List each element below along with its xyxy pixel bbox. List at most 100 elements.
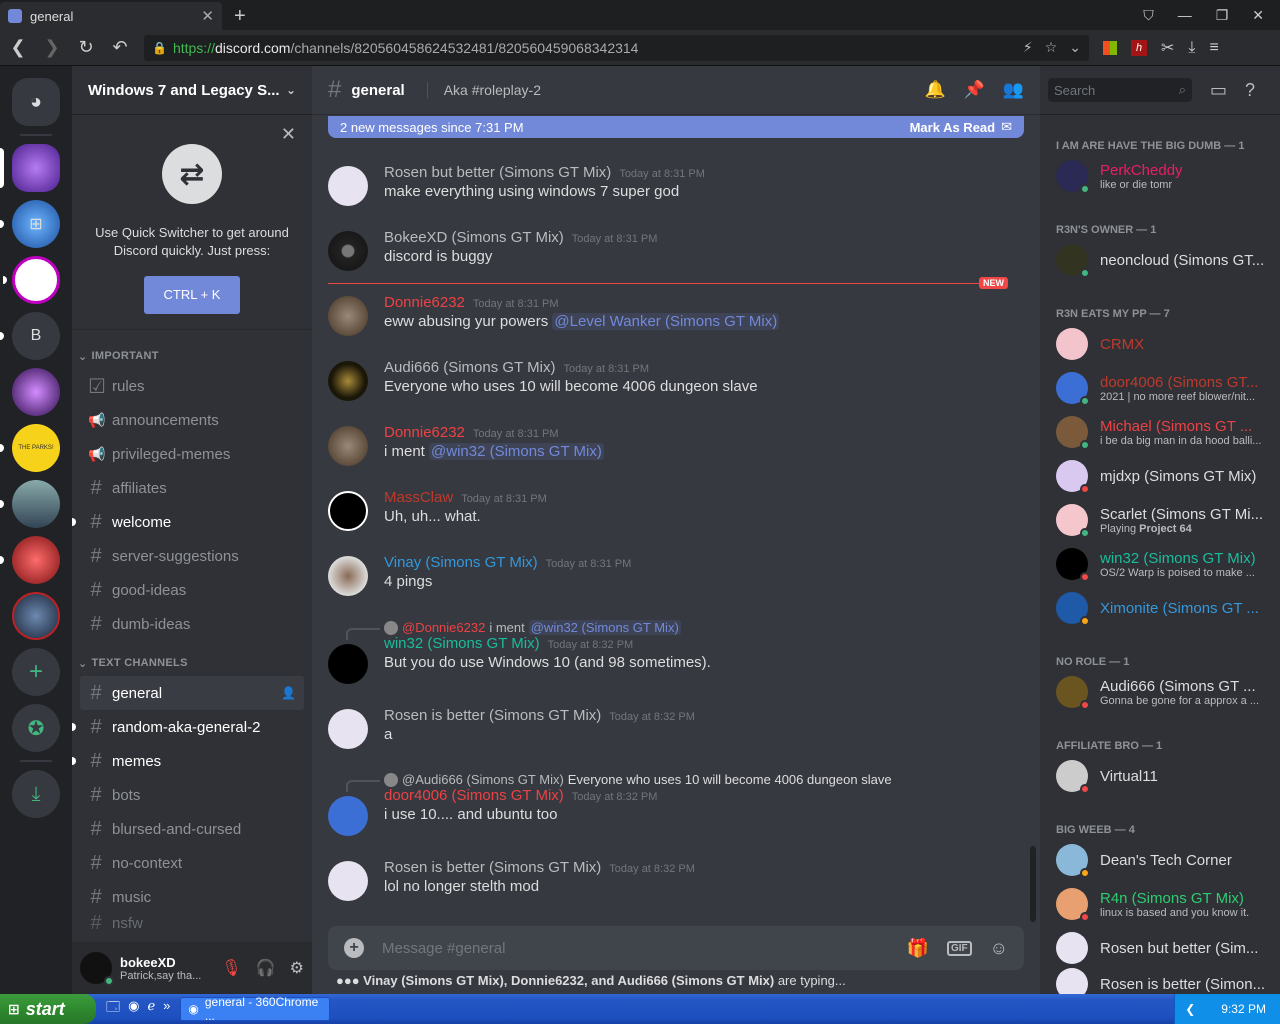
channel-dumb-ideas[interactable]: # dumb-ideas [80, 607, 304, 641]
message-author[interactable]: Donnie6232 [384, 294, 465, 311]
avatar[interactable] [328, 556, 368, 596]
message-composer[interactable]: + Message #general 🎁 GIF ☺ [328, 926, 1024, 970]
avatar[interactable] [328, 296, 368, 336]
server-icon-windows7-legacy[interactable] [0, 144, 60, 192]
user-mention[interactable]: @win32 (Simons GT Mix) [429, 443, 604, 460]
message-author[interactable]: Rosen is better (Simons GT Mix) [384, 859, 601, 876]
reload-icon[interactable]: ↻ [76, 37, 96, 58]
message-author[interactable]: Donnie6232 [384, 424, 465, 441]
message[interactable]: @Audi666 (Simons GT Mix) Everyone who use… [328, 772, 1018, 836]
server-icon-b[interactable]: B [0, 312, 60, 360]
restore-icon[interactable]: ❐ [1216, 7, 1229, 24]
apps-grid-icon[interactable] [1103, 40, 1117, 55]
tray-arrow-icon[interactable]: ❮ [1185, 1002, 1195, 1016]
avatar[interactable] [328, 491, 368, 531]
channel-bots[interactable]: # bots [80, 778, 304, 812]
channel-privileged-memes[interactable]: 📢 privileged-memes [80, 437, 304, 471]
message[interactable]: BokeeXD (Simons GT Mix) Today at 8:31 PM … [328, 229, 1018, 271]
member-item[interactable]: Virtual11 [1056, 756, 1272, 796]
discord-home-button[interactable]: ◕ [12, 78, 60, 126]
start-button[interactable]: ⊞ start [0, 994, 96, 1024]
channel-no-context[interactable]: # no-context [80, 846, 304, 880]
search-input[interactable]: Search ⌕ [1048, 78, 1192, 102]
download-apps-button[interactable]: ⤓ [12, 770, 60, 818]
channel-rules[interactable]: ☑ rules [80, 369, 304, 403]
channel-general[interactable]: # general 👤 [80, 676, 304, 710]
member-item[interactable]: Michael (Simons GT ... i be da big man in… [1056, 412, 1272, 452]
message[interactable]: Rosen is better (Simons GT Mix) Today at … [328, 707, 1018, 749]
mute-microphone-icon[interactable]: 🎙 [221, 958, 241, 978]
gif-button[interactable]: GIF [946, 940, 972, 956]
message-input[interactable]: Message #general [382, 940, 505, 957]
server-icon-emblem[interactable] [12, 592, 60, 640]
reply-preview[interactable]: @Audi666 (Simons GT Mix) Everyone who use… [346, 772, 1018, 792]
mark-as-read-button[interactable]: Mark As Read [910, 120, 996, 135]
channel-good-ideas[interactable]: # good-ideas [80, 573, 304, 607]
gift-icon[interactable]: 🎁 [907, 938, 929, 959]
message-author[interactable]: Rosen is better (Simons GT Mix) [384, 707, 601, 724]
star-icon[interactable]: ☆ [1045, 39, 1058, 56]
member-item[interactable]: Dean's Tech Corner [1056, 840, 1272, 880]
message[interactable]: Rosen is better (Simons GT Mix) Today at … [328, 859, 1018, 901]
message[interactable]: MassClaw Today at 8:31 PM Uh, uh... what. [328, 489, 1018, 531]
server-icon-purple-device[interactable] [3, 256, 60, 304]
extension-h-icon[interactable]: h [1131, 39, 1147, 56]
shirt-skin-icon[interactable]: ⛉ [1143, 7, 1154, 24]
new-tab-icon[interactable]: + [234, 2, 246, 30]
message[interactable]: @Donnie6232 i ment @win32 (Simons GT Mix) … [328, 620, 1018, 684]
quick-switcher-shortcut-button[interactable]: CTRL + K [144, 276, 240, 314]
avatar[interactable] [328, 426, 368, 466]
chat-scrollbar[interactable] [1030, 846, 1036, 922]
message-author[interactable]: Audi666 (Simons GT Mix) [384, 359, 555, 376]
emoji-icon[interactable]: ☺ [990, 938, 1008, 959]
channel-affiliates[interactable]: # affiliates [80, 471, 304, 505]
message-author[interactable]: door4006 (Simons GT Mix) [384, 787, 564, 804]
channel-random-aka-general-2[interactable]: # random-aka-general-2 [72, 710, 304, 744]
channel-memes[interactable]: # memes [72, 744, 304, 778]
clock[interactable]: 9:32 PM [1221, 1002, 1266, 1016]
chrome-icon[interactable]: ◉ [128, 998, 139, 1020]
channel-server-suggestions[interactable]: # server-suggestions [80, 539, 304, 573]
member-item[interactable]: Ximonite (Simons GT ... [1056, 588, 1272, 628]
download-icon[interactable]: ⤓ [1188, 39, 1195, 57]
avatar[interactable] [80, 952, 114, 986]
server-icon-windows-flag[interactable]: ⊞ [0, 200, 60, 248]
message[interactable]: Vinay (Simons GT Mix) Today at 8:31 PM 4 … [328, 554, 1018, 596]
invite-user-icon[interactable]: 👤 [281, 686, 296, 700]
category-important[interactable]: ⌄ IMPORTANT [72, 330, 312, 369]
server-icon-galaxy[interactable] [12, 368, 60, 416]
guild-header[interactable]: Windows 7 and Legacy S... ⌄ [72, 66, 312, 114]
ie-icon[interactable]: ℯ [147, 998, 155, 1020]
message[interactable]: Rosen but better (Simons GT Mix) Today at… [328, 164, 1018, 206]
channel-announcements[interactable]: 📢 announcements [80, 403, 304, 437]
headphones-icon[interactable]: 🎧 [256, 958, 276, 978]
pin-icon[interactable]: 📌 [964, 80, 985, 100]
avatar[interactable] [328, 861, 368, 901]
close-window-icon[interactable]: ✕ [1252, 7, 1264, 24]
close-icon[interactable]: ✕ [281, 124, 296, 145]
message-author[interactable]: Vinay (Simons GT Mix) [384, 554, 538, 571]
user-mention[interactable]: @Level Wanker (Simons GT Mix) [552, 313, 780, 330]
message-author[interactable]: win32 (Simons GT Mix) [384, 635, 540, 652]
server-icon-cartoon[interactable] [0, 480, 60, 528]
inbox-icon[interactable]: ▭ [1210, 80, 1227, 101]
bell-icon[interactable]: 🔔 [924, 80, 945, 100]
member-item[interactable]: door4006 (Simons GT... 2021 | no more ree… [1056, 368, 1272, 408]
member-item[interactable]: CRMX [1056, 324, 1272, 364]
category-text-channels[interactable]: ⌄ TEXT CHANNELS [72, 641, 312, 676]
url-field[interactable]: 🔒 https://discord.com/channels/820560458… [144, 34, 1089, 61]
explorer-icon[interactable]: 🗔 [106, 998, 120, 1020]
member-item[interactable]: R4n (Simons GT Mix) linux is based and yo… [1056, 884, 1272, 924]
message[interactable]: Audi666 (Simons GT Mix) Today at 8:31 PM … [328, 359, 1018, 401]
more-icon[interactable]: » [163, 998, 170, 1020]
undo-close-icon[interactable]: ↶ [110, 37, 130, 58]
message-author[interactable]: Rosen but better (Simons GT Mix) [384, 164, 611, 181]
message-author[interactable]: MassClaw [384, 489, 453, 506]
help-icon[interactable]: ? [1245, 80, 1255, 101]
members-icon[interactable]: 👥 [1003, 80, 1024, 100]
avatar[interactable] [328, 361, 368, 401]
close-tab-icon[interactable]: ✕ [201, 7, 214, 25]
avatar[interactable] [328, 644, 368, 684]
member-item[interactable]: Audi666 (Simons GT ... Gonna be gone for … [1056, 672, 1272, 712]
server-icon-the-parks[interactable]: THE PARKS! [0, 424, 60, 472]
